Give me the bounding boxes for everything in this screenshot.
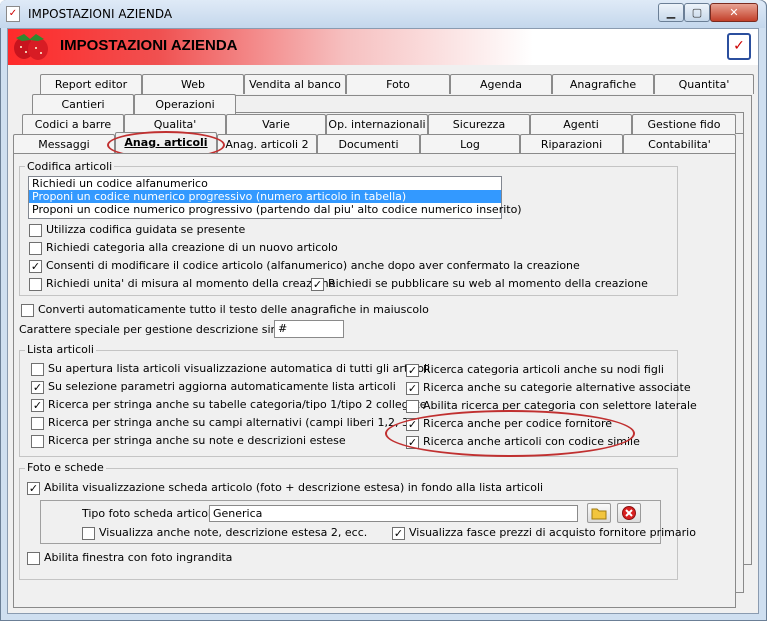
tab-operazioni[interactable]: Operazioni bbox=[134, 94, 236, 114]
label-finestra-ingrandita: Abilita finestra con foto ingrandita bbox=[44, 551, 233, 564]
label-visualizzazione-automatica: Su apertura lista articoli visualizzazio… bbox=[48, 362, 431, 375]
checkbox-visualizzazione-automatica[interactable] bbox=[31, 363, 44, 376]
window-title: IMPOSTAZIONI AZIENDA bbox=[28, 7, 173, 21]
label-richiedi-web: Richiedi se pubblicare su web al momento… bbox=[328, 277, 648, 290]
checkbox-consenti-modificare[interactable]: ✓ bbox=[29, 260, 42, 273]
highlight-ellipse-ricerca bbox=[385, 410, 635, 457]
label-selettore-laterale: Abilita ricerca per categoria con selett… bbox=[423, 399, 697, 412]
app-icon: ✓ bbox=[6, 6, 20, 22]
checkbox-categorie-alternative[interactable]: ✓ bbox=[406, 382, 419, 395]
checkbox-ricerca-note[interactable] bbox=[31, 435, 44, 448]
label-richiedi-unita: Richiedi unita' di misura al momento del… bbox=[46, 277, 336, 290]
tab-anag-articoli-2[interactable]: Anag. articoli 2 bbox=[217, 134, 317, 154]
delete-button[interactable] bbox=[617, 503, 641, 523]
checkbox-converti-maiuscolo[interactable] bbox=[21, 304, 34, 317]
tipo-foto-input[interactable]: Generica bbox=[209, 505, 578, 522]
tab-gestione-fido[interactable]: Gestione fido bbox=[632, 114, 736, 134]
tab-contabilita[interactable]: Contabilita' bbox=[623, 134, 736, 154]
label-tipo-foto: Tipo foto scheda articolo : bbox=[82, 507, 225, 520]
list-item[interactable]: Proponi un codice numerico progressivo (… bbox=[29, 203, 522, 216]
tab-foto[interactable]: Foto bbox=[346, 74, 450, 94]
label-aggiorna-automaticamente: Su selezione parametri aggiorna automati… bbox=[48, 380, 396, 393]
tab-riparazioni[interactable]: Riparazioni bbox=[520, 134, 623, 154]
list-item-selected[interactable]: Proponi un codice numerico progressivo (… bbox=[29, 190, 501, 203]
delete-icon bbox=[622, 506, 636, 520]
tab-documenti[interactable]: Documenti bbox=[317, 134, 420, 154]
label-carattere-speciale: Carattere speciale per gestione descrizi… bbox=[19, 323, 316, 336]
checkbox-ricerca-tabelle[interactable]: ✓ bbox=[31, 399, 44, 412]
label-visualizza-note: Visualizza anche note, descrizione estes… bbox=[99, 526, 368, 539]
checkbox-codifica-guidata[interactable] bbox=[29, 224, 42, 237]
tab-anagrafiche[interactable]: Anagrafiche bbox=[552, 74, 654, 94]
strawberry-logo-icon bbox=[14, 34, 48, 60]
tab-log[interactable]: Log bbox=[420, 134, 520, 154]
label-categorie-alternative: Ricerca anche su categorie alternative a… bbox=[423, 381, 691, 394]
codifica-listbox[interactable]: Richiedi un codice alfanumerico Proponi … bbox=[28, 176, 522, 219]
checkbox-nodi-figli[interactable]: ✓ bbox=[406, 364, 419, 377]
label-richiedi-categoria: Richiedi categoria alla creazione di un … bbox=[46, 241, 338, 254]
close-button[interactable]: ✕ bbox=[710, 3, 758, 22]
label-fasce-prezzi: Visualizza fasce prezzi di acquisto forn… bbox=[409, 526, 696, 539]
list-item[interactable]: Richiedi un codice alfanumerico bbox=[29, 177, 501, 190]
label-converti-maiuscolo: Converti automaticamente tutto il testo … bbox=[38, 303, 429, 316]
label-nodi-figli: Ricerca categoria articoli anche su nodi… bbox=[423, 363, 664, 376]
label-codifica-guidata: Utilizza codifica guidata se presente bbox=[46, 223, 246, 236]
checklist-icon: ✓ bbox=[727, 33, 751, 60]
label-consenti-modificare: Consenti di modificare il codice articol… bbox=[46, 259, 580, 272]
tab-report-editor[interactable]: Report editor bbox=[40, 74, 142, 94]
tab-agenda[interactable]: Agenda bbox=[450, 74, 552, 94]
label-ricerca-tabelle: Ricerca per stringa anche su tabelle cat… bbox=[48, 398, 427, 411]
label-abilita-scheda: Abilita visualizzazione scheda articolo … bbox=[44, 481, 544, 494]
group-title-foto: Foto e schede bbox=[25, 461, 106, 474]
folder-icon bbox=[591, 508, 607, 520]
tab-codici-a-barre[interactable]: Codici a barre bbox=[22, 114, 124, 134]
maximize-button[interactable]: ▢ bbox=[684, 3, 710, 22]
group-title-lista: Lista articoli bbox=[25, 343, 96, 356]
group-title-codifica: Codifica articoli bbox=[25, 160, 115, 173]
tab-op-internazionali[interactable]: Op. internazionali bbox=[326, 114, 428, 134]
checkbox-richiedi-unita[interactable] bbox=[29, 278, 42, 291]
tab-sicurezza[interactable]: Sicurezza bbox=[428, 114, 530, 134]
tab-cantieri[interactable]: Cantieri bbox=[32, 94, 134, 114]
page-title: IMPOSTAZIONI AZIENDA bbox=[60, 37, 238, 54]
checkbox-finestra-ingrandita[interactable] bbox=[27, 552, 40, 565]
tab-messaggi[interactable]: Messaggi bbox=[13, 134, 115, 154]
checkbox-selettore-laterale[interactable] bbox=[406, 400, 419, 413]
checkbox-visualizza-note[interactable] bbox=[82, 527, 95, 540]
tab-vendita-al-banco[interactable]: Vendita al banco bbox=[244, 74, 346, 94]
checkbox-aggiorna-automaticamente[interactable]: ✓ bbox=[31, 381, 44, 394]
label-ricerca-campi-alternativi: Ricerca per stringa anche su campi alter… bbox=[48, 416, 414, 429]
tab-varie[interactable]: Varie bbox=[226, 114, 326, 134]
tab-quantita[interactable]: Quantita' bbox=[654, 74, 754, 94]
checkbox-fasce-prezzi[interactable]: ✓ bbox=[392, 527, 405, 540]
label-ricerca-note: Ricerca per stringa anche su note e desc… bbox=[48, 434, 346, 447]
tab-agenti[interactable]: Agenti bbox=[530, 114, 632, 134]
carattere-speciale-input[interactable]: # bbox=[274, 320, 344, 338]
checkbox-ricerca-campi-alternativi[interactable] bbox=[31, 417, 44, 430]
minimize-button[interactable]: ▁ bbox=[658, 3, 684, 22]
tab-web[interactable]: Web bbox=[142, 74, 244, 94]
checkbox-abilita-scheda[interactable]: ✓ bbox=[27, 482, 40, 495]
checkbox-richiedi-categoria[interactable] bbox=[29, 242, 42, 255]
folder-button[interactable] bbox=[587, 503, 611, 523]
checkbox-richiedi-web[interactable]: ✓ bbox=[311, 278, 324, 291]
